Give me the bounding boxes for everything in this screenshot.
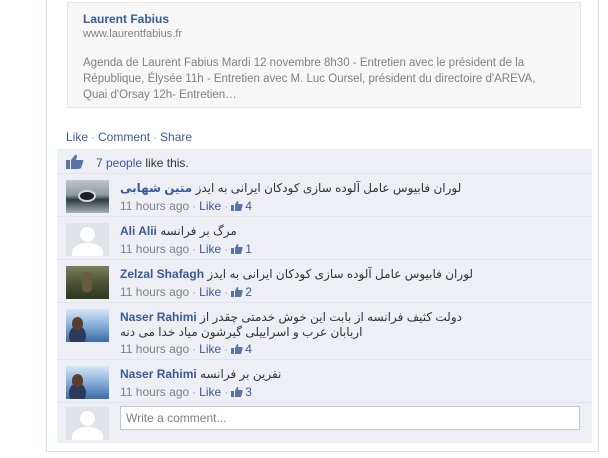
comment-link[interactable]: Comment (98, 130, 150, 144)
comment: Naser Rahimi دولت کثیف فرانسه از بابت ای… (57, 302, 592, 359)
comment-time[interactable]: 11 hours ago (120, 242, 189, 256)
comment-like-link[interactable]: Like (199, 385, 221, 399)
frame-border (598, 0, 599, 452)
likes-text: 7 people like this. (96, 156, 189, 170)
comment-like-count[interactable]: 4 (231, 342, 252, 356)
comment-text: لوران فابیوس عامل آلوده سازی کودکان ایرا… (207, 267, 474, 281)
write-comment-input[interactable]: Write a comment... (120, 406, 580, 430)
comment: لوران فابیوس عامل آلوده سازی کودکان ایرا… (57, 173, 592, 216)
likes-suffix: like this. (145, 156, 189, 170)
feedback-box: 7 people like this. لوران فابیوس عامل آل… (57, 149, 592, 443)
avatar[interactable] (66, 266, 109, 299)
avatar[interactable] (66, 223, 109, 256)
commenter-name[interactable]: Zelzal Shafagh (120, 267, 204, 281)
comment-line: Ali Alii مرگ بر فرانسه (120, 224, 237, 239)
thumbs-up-icon (66, 154, 84, 169)
comment-text: مرگ بر فرانسه (160, 224, 237, 238)
comment-time[interactable]: 11 hours ago (120, 199, 189, 213)
comment-line: Naser Rahimi نفرین بر فرانسه (120, 367, 281, 382)
post-actions: Like · Comment · Share (66, 130, 192, 144)
comment-like-link[interactable]: Like (199, 285, 221, 299)
comment-like-link[interactable]: Like (199, 342, 221, 356)
comment-like-link[interactable]: Like (199, 199, 221, 213)
like-link[interactable]: Like (66, 130, 88, 144)
link-preview[interactable]: Laurent Fabius www.laurentfabius.fr Agen… (67, 2, 581, 108)
comment-like-count[interactable]: 2 (231, 285, 252, 299)
likes-summary: 7 people like this. (57, 149, 592, 173)
thumbs-up-icon (231, 387, 243, 397)
comment-line: لوران فابیوس عامل آلوده سازی کودکان ایرا… (120, 181, 461, 196)
comment-meta: 11 hours ago · Like · 3 (120, 385, 252, 399)
comment-time[interactable]: 11 hours ago (120, 385, 189, 399)
preview-url: www.laurentfabius.fr (83, 28, 183, 40)
avatar (66, 407, 109, 440)
comment-time[interactable]: 11 hours ago (120, 342, 189, 356)
comment-time[interactable]: 11 hours ago (120, 285, 189, 299)
commenter-name[interactable]: Ali Alii (120, 224, 157, 238)
frame-border (46, 451, 599, 452)
commenter-name[interactable]: Naser Rahimi (120, 367, 197, 381)
comment-text: دولت کثیف فرانسه از بابت این خوش خدمتی چ… (200, 310, 462, 324)
comment: Ali Alii مرگ بر فرانسه 11 hours ago · Like… (57, 216, 592, 259)
share-link[interactable]: Share (160, 130, 192, 144)
comment-like-count[interactable]: 3 (231, 385, 252, 399)
post-frame: Laurent Fabius www.laurentfabius.fr Agen… (0, 0, 608, 458)
comment: Naser Rahimi نفرین بر فرانسه 11 hours ag… (57, 359, 592, 402)
likes-people-link[interactable]: 7 people (96, 156, 142, 170)
comment-like-count[interactable]: 1 (231, 242, 252, 256)
avatar[interactable] (66, 366, 109, 399)
comment-like-count[interactable]: 4 (231, 199, 252, 213)
comment-text: نفرین بر فرانسه (200, 367, 282, 381)
thumbs-up-icon (231, 287, 243, 297)
avatar[interactable] (66, 309, 109, 342)
comment-meta: 11 hours ago · Like · 2 (120, 285, 252, 299)
comment-meta: 11 hours ago · Like · 4 (120, 199, 252, 213)
avatar[interactable] (66, 180, 109, 213)
thumbs-up-icon (231, 344, 243, 354)
comment-like-link[interactable]: Like (199, 242, 221, 256)
thumbs-up-icon (231, 201, 243, 211)
separator: · (91, 130, 96, 144)
comment-text: لوران فابیوس عامل آلوده سازی کودکان ایرا… (195, 181, 462, 195)
commenter-name[interactable]: Naser Rahimi (120, 310, 197, 324)
comment: Zelzal Shafagh لوران فابیوس عامل آلوده س… (57, 259, 592, 302)
comment-line: Zelzal Shafagh لوران فابیوس عامل آلوده س… (120, 267, 473, 282)
preview-title[interactable]: Laurent Fabius (83, 12, 169, 26)
comment-line: Naser Rahimi دولت کثیف فرانسه از بابت ای… (120, 310, 462, 325)
preview-description: Agenda de Laurent Fabius Mardi 12 novemb… (83, 57, 536, 101)
comment-meta: 11 hours ago · Like · 1 (120, 242, 252, 256)
comment-text-continued: اربابان عرب و اسراییلی گیرشون میاد خدا م… (120, 325, 363, 339)
frame-border (46, 0, 47, 452)
commenter-name[interactable]: متین شهابی (120, 181, 192, 195)
thumbs-up-icon (231, 244, 243, 254)
separator: · (153, 130, 158, 144)
comment-meta: 11 hours ago · Like · 4 (120, 342, 252, 356)
